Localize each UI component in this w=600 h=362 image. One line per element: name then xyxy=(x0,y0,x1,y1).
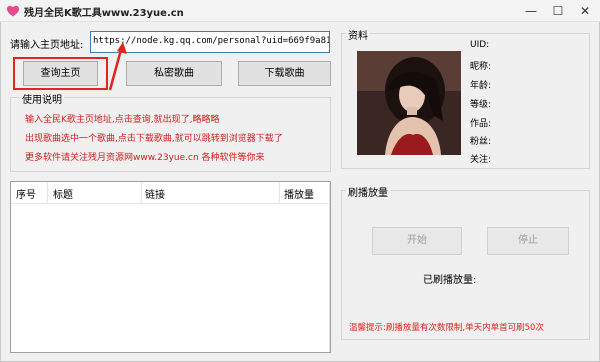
column-header-title[interactable]: 标题 xyxy=(53,186,73,201)
profile-field-works: 作品: xyxy=(470,119,492,129)
usage-line: 输入全民K歌主页地址,点击查询,就出现了,略略略 xyxy=(25,115,220,125)
stop-button[interactable]: 停止 xyxy=(487,227,569,255)
download-songs-button[interactable]: 下载歌曲 xyxy=(238,61,331,86)
window-title: 残月全民K歌工具www.23yue.cn xyxy=(24,8,184,19)
avatar-photo-icon xyxy=(357,51,461,155)
profile-field-nickname: 昵称: xyxy=(470,62,492,72)
close-button[interactable]: ✕ xyxy=(570,0,600,22)
plays-title: 刷播放量 xyxy=(346,184,390,199)
column-header-index[interactable]: 序号 xyxy=(16,186,36,201)
minimize-button[interactable]: — xyxy=(516,0,546,22)
column-separator xyxy=(47,182,48,204)
profile-field-following: 关注: xyxy=(470,155,492,165)
profile-field-fans: 粉丝: xyxy=(470,137,492,147)
query-button[interactable]: 查询主页 xyxy=(23,61,98,86)
column-separator xyxy=(141,182,142,204)
played-count-label: 已刷播放量: xyxy=(423,275,477,286)
annotation-arrow-icon xyxy=(108,42,127,91)
maximize-button[interactable]: ☐ xyxy=(543,0,573,22)
usage-line: 出现歌曲选中一个歌曲,点击下载歌曲,就可以跳转到浏览器下载了 xyxy=(25,134,283,144)
plays-group xyxy=(341,190,590,340)
profile-title: 资料 xyxy=(346,27,370,42)
column-header-plays[interactable]: 播放量 xyxy=(284,186,314,201)
profile-field-age: 年龄: xyxy=(470,81,492,91)
heart-icon xyxy=(7,5,19,17)
tip-text: 温馨提示:刷播放量有次数限制,单天内单首可刷50次 xyxy=(349,323,544,333)
profile-field-uid: UID: xyxy=(470,40,490,50)
private-songs-button[interactable]: 私密歌曲 xyxy=(126,61,222,86)
usage-line: 更多软件请关注残月资源网www.23yue.cn 各种软件等你来 xyxy=(25,153,265,163)
url-label: 请输入主页地址: xyxy=(10,40,84,51)
title-bar: 残月全民K歌工具www.23yue.cn — ☐ ✕ xyxy=(0,0,600,22)
table-scroll-edge xyxy=(329,182,330,352)
column-separator xyxy=(279,182,280,204)
column-header-link[interactable]: 链接 xyxy=(145,186,165,201)
table-header: 序号 标题 链接 播放量 xyxy=(11,182,330,204)
song-table[interactable]: 序号 标题 链接 播放量 xyxy=(10,181,331,353)
avatar xyxy=(357,51,461,155)
profile-field-level: 等级: xyxy=(470,100,492,110)
start-button[interactable]: 开始 xyxy=(372,227,462,255)
usage-title: 使用说明 xyxy=(20,91,64,106)
